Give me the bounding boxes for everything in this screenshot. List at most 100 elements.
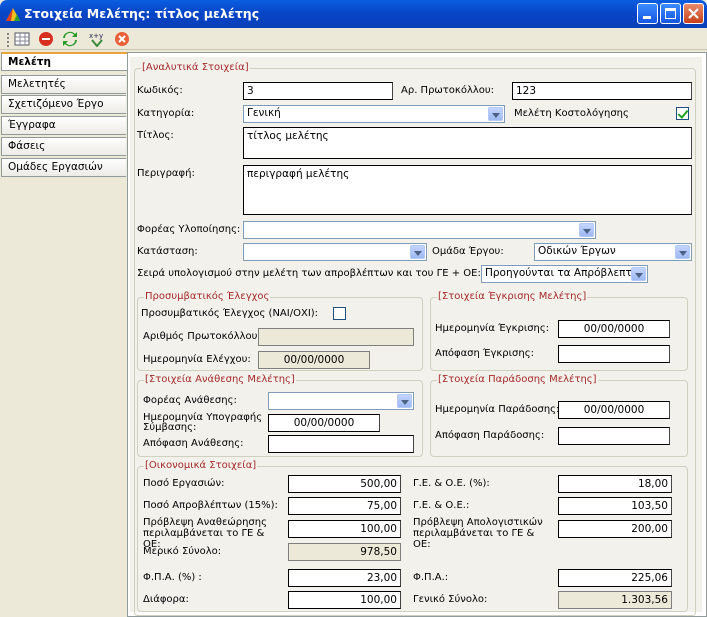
category-value: Γενική bbox=[247, 107, 281, 119]
close-icon bbox=[688, 8, 699, 19]
costing-label: Μελέτη Κοστολόγησης bbox=[514, 108, 629, 119]
tab-strip: Μελέτη Μελετητές Σχετιζόμενο Έργο Έγγραφ… bbox=[0, 52, 129, 617]
costing-checkbox[interactable] bbox=[676, 107, 689, 120]
project-group-select[interactable]: Οδικών Έργων bbox=[534, 243, 692, 261]
title-label: Τίτλος: bbox=[137, 130, 174, 141]
grip-icon bbox=[7, 33, 9, 47]
settlement-label: Πρόβλεψη Απολογιστικών περιλαμβάνεται το… bbox=[413, 517, 543, 550]
delivery-decision-label: Απόφαση Παράδοσης: bbox=[435, 430, 545, 441]
approval-decision-label: Απόφαση Έγκρισης: bbox=[435, 348, 534, 359]
approval-date-field[interactable]: 00/00/0000 bbox=[558, 320, 670, 338]
vat-field[interactable]: 225,06 bbox=[558, 569, 672, 587]
status-label: Κατάσταση: bbox=[137, 246, 198, 257]
app-icon bbox=[6, 8, 20, 21]
works-amount-field[interactable]: 500,00 bbox=[288, 475, 401, 493]
chevron-down-icon bbox=[410, 245, 425, 259]
assignment-agency-select[interactable] bbox=[268, 392, 414, 410]
works-amount-label: Ποσό Εργασιών: bbox=[143, 478, 225, 489]
svg-text:x+y: x+y bbox=[89, 32, 103, 40]
finance-legend: [Οικονομικά Στοιχεία] bbox=[144, 460, 258, 471]
delivery-decision-field[interactable] bbox=[558, 427, 670, 445]
precontract-date-field[interactable]: 00/00/0000 bbox=[258, 351, 370, 369]
window-title: Στοιχεία Μελέτης: τίτλος μελέτης bbox=[24, 6, 260, 21]
approval-date-label: Ημερομηνία Έγκρισης: bbox=[435, 323, 550, 334]
agency-select[interactable] bbox=[243, 221, 596, 239]
minimize-button[interactable] bbox=[637, 3, 658, 24]
misc-label: Διάφορα: bbox=[143, 594, 189, 605]
calc-order-label: Σειρά υπολογισμού στην μελέτη των απροβλ… bbox=[137, 268, 481, 279]
assignment-agency-label: Φορέας Ανάθεσης: bbox=[143, 395, 237, 406]
grand-total-label: Γενικό Σύνολο: bbox=[413, 594, 488, 605]
unforeseen-label: Ποσό Απροβλέπτων (15%): bbox=[143, 500, 278, 511]
tab-phases[interactable]: Φάσεις bbox=[1, 137, 126, 156]
precontract-protocol-label: Αριθμός Πρωτοκόλλου: bbox=[143, 331, 261, 342]
refresh-icon[interactable] bbox=[62, 31, 78, 47]
chevron-down-icon bbox=[397, 394, 412, 408]
analytics-legend: [Αναλυτικά Στοιχεία] bbox=[141, 62, 250, 73]
vat-label: Φ.Π.Α.: bbox=[413, 572, 449, 583]
chevron-down-icon bbox=[579, 223, 594, 237]
title-bar: Στοιχεία Μελέτης: τίτλος μελέτης bbox=[0, 0, 707, 28]
assignment-legend: [Στοιχεία Ανάθεσης Μελέτης] bbox=[144, 374, 296, 385]
ge-pct-label: Γ.Ε. & Ο.Ε. (%): bbox=[413, 478, 490, 489]
code-label: Κωδικός: bbox=[137, 85, 183, 96]
tab-related-project[interactable]: Σχετιζόμενο Έργο bbox=[1, 95, 126, 114]
description-field[interactable]: περιγραφή μελέτης bbox=[243, 165, 692, 215]
precontract-legend: Προσυμβατικός Έλεγχος bbox=[144, 291, 271, 302]
ge-pct-field[interactable]: 18,00 bbox=[558, 475, 672, 493]
calc-order-value: Προηγούνται τα Απρόβλεπτα bbox=[485, 267, 639, 279]
ge-amount-field[interactable]: 103,50 bbox=[558, 497, 672, 515]
description-label: Περιγραφή: bbox=[137, 168, 195, 179]
tab-study[interactable]: Μελέτη bbox=[1, 52, 129, 71]
partial-total-label: Μερικό Σύνολο: bbox=[143, 546, 222, 557]
precontract-date-label: Ημερομηνία Ελέγχου: bbox=[143, 354, 251, 365]
tab-documents[interactable]: Έγγραφα bbox=[1, 116, 126, 135]
maximize-button[interactable] bbox=[660, 3, 681, 24]
grand-total-field: 1.303,56 bbox=[558, 591, 672, 609]
partial-total-field: 978,50 bbox=[288, 543, 401, 561]
category-select[interactable]: Γενική bbox=[243, 105, 505, 123]
assignment-decision-label: Απόφαση Ανάθεσης: bbox=[143, 438, 244, 449]
form-area: [Αναλυτικά Στοιχεία] Κωδικός: 3 Αρ. Πρωτ… bbox=[130, 57, 702, 616]
sign-date-label: Ημερομηνία Υπογραφής Σύμβασης: bbox=[143, 412, 263, 433]
chevron-down-icon bbox=[631, 267, 646, 281]
ge-amount-label: Γ.Ε. & Ο.Ε.: bbox=[413, 500, 470, 511]
assignment-decision-field[interactable] bbox=[268, 435, 414, 453]
grid-icon[interactable] bbox=[14, 31, 30, 47]
close-button[interactable] bbox=[683, 3, 704, 24]
vat-pct-label: Φ.Π.Α. (%) : bbox=[143, 572, 202, 583]
tab-researchers[interactable]: Μελετητές bbox=[1, 75, 126, 94]
approval-decision-field[interactable] bbox=[558, 345, 670, 363]
code-field[interactable]: 3 bbox=[243, 82, 393, 100]
calc-order-select[interactable]: Προηγούνται τα Απρόβλεπτα bbox=[481, 265, 648, 283]
misc-field[interactable]: 100,00 bbox=[288, 591, 401, 609]
category-label: Κατηγορία: bbox=[137, 108, 195, 119]
delivery-date-label: Ημερομηνία Παράδοσης: bbox=[435, 404, 560, 415]
delete-icon[interactable] bbox=[38, 31, 54, 47]
sign-date-field[interactable]: 00/00/0000 bbox=[268, 414, 380, 432]
title-field[interactable]: τίτλος μελέτης bbox=[243, 127, 692, 159]
sum-icon[interactable]: x+y bbox=[88, 31, 106, 47]
vat-pct-field[interactable]: 23,00 bbox=[288, 569, 401, 587]
content-panel: [Αναλυτικά Στοιχεία] Κωδικός: 3 Αρ. Πρωτ… bbox=[127, 52, 707, 617]
toolbar: x+y bbox=[0, 28, 707, 50]
approval-legend: [Στοιχεία Έγκρισης Μελέτης] bbox=[437, 291, 588, 302]
precontract-check-label: Προσυμβατικός Έλεγχος (ΝΑΙ/ΟΧΙ): bbox=[141, 308, 319, 319]
protocol-label: Αρ. Πρωτοκόλλου: bbox=[401, 85, 495, 96]
tab-work-groups[interactable]: Ομάδες Εργασιών bbox=[1, 158, 126, 177]
project-group-label: Ομάδα Έργου: bbox=[432, 246, 504, 257]
delivery-legend: [Στοιχεία Παράδοσης Μελέτης] bbox=[437, 374, 598, 385]
precontract-protocol-field[interactable] bbox=[258, 328, 414, 346]
revision-field[interactable]: 100,00 bbox=[288, 520, 401, 538]
status-select[interactable] bbox=[243, 243, 427, 261]
settlement-field[interactable]: 200,00 bbox=[558, 520, 672, 538]
protocol-field[interactable]: 123 bbox=[512, 82, 692, 100]
unforeseen-field[interactable]: 75,00 bbox=[288, 497, 401, 515]
project-group-value: Οδικών Έργων bbox=[538, 245, 616, 257]
agency-label: Φορέας Υλοποίησης: bbox=[137, 224, 241, 235]
chevron-down-icon bbox=[488, 107, 503, 121]
chevron-down-icon bbox=[675, 245, 690, 259]
cancel-icon[interactable] bbox=[114, 31, 130, 47]
delivery-date-field[interactable]: 00/00/0000 bbox=[558, 401, 670, 419]
precontract-checkbox[interactable] bbox=[333, 307, 346, 320]
